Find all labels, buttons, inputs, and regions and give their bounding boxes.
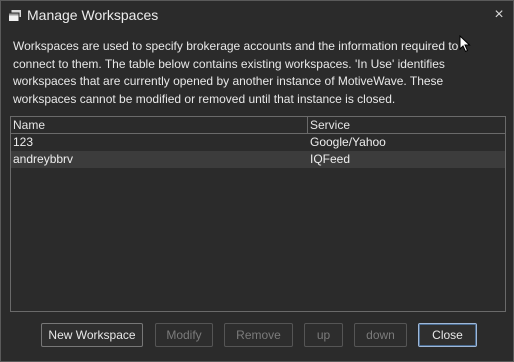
- dialog-title: Manage Workspaces: [27, 7, 159, 23]
- title-bar[interactable]: Manage Workspaces ×: [1, 1, 513, 31]
- description-text: Workspaces are used to specify brokerage…: [13, 39, 459, 106]
- table-row[interactable]: 123 Google/Yahoo: [11, 134, 505, 151]
- up-button[interactable]: up: [304, 323, 343, 347]
- close-icon[interactable]: ×: [491, 7, 507, 23]
- remove-button[interactable]: Remove: [224, 323, 293, 347]
- new-workspace-button[interactable]: New Workspace: [41, 323, 143, 347]
- modify-button[interactable]: Modify: [155, 323, 213, 347]
- cell-service: Google/Yahoo: [310, 135, 386, 149]
- mouse-cursor-icon: [459, 35, 471, 53]
- workspaces-table[interactable]: Name Service 123 Google/Yahoo andreybbrv…: [10, 116, 506, 312]
- manage-workspaces-dialog: Manage Workspaces × Workspaces are used …: [0, 0, 514, 362]
- workspaces-window-icon: [8, 9, 22, 22]
- cell-service: IQFeed: [310, 152, 351, 166]
- cell-name: andreybbrv: [13, 152, 74, 166]
- table-row-selected[interactable]: andreybbrv IQFeed: [11, 151, 505, 168]
- cell-name: 123: [13, 135, 34, 149]
- column-header-service[interactable]: Service: [308, 117, 505, 133]
- down-button[interactable]: down: [354, 323, 407, 347]
- close-button[interactable]: Close: [418, 323, 477, 347]
- column-header-name[interactable]: Name: [11, 117, 308, 133]
- table-header: Name Service: [11, 117, 505, 134]
